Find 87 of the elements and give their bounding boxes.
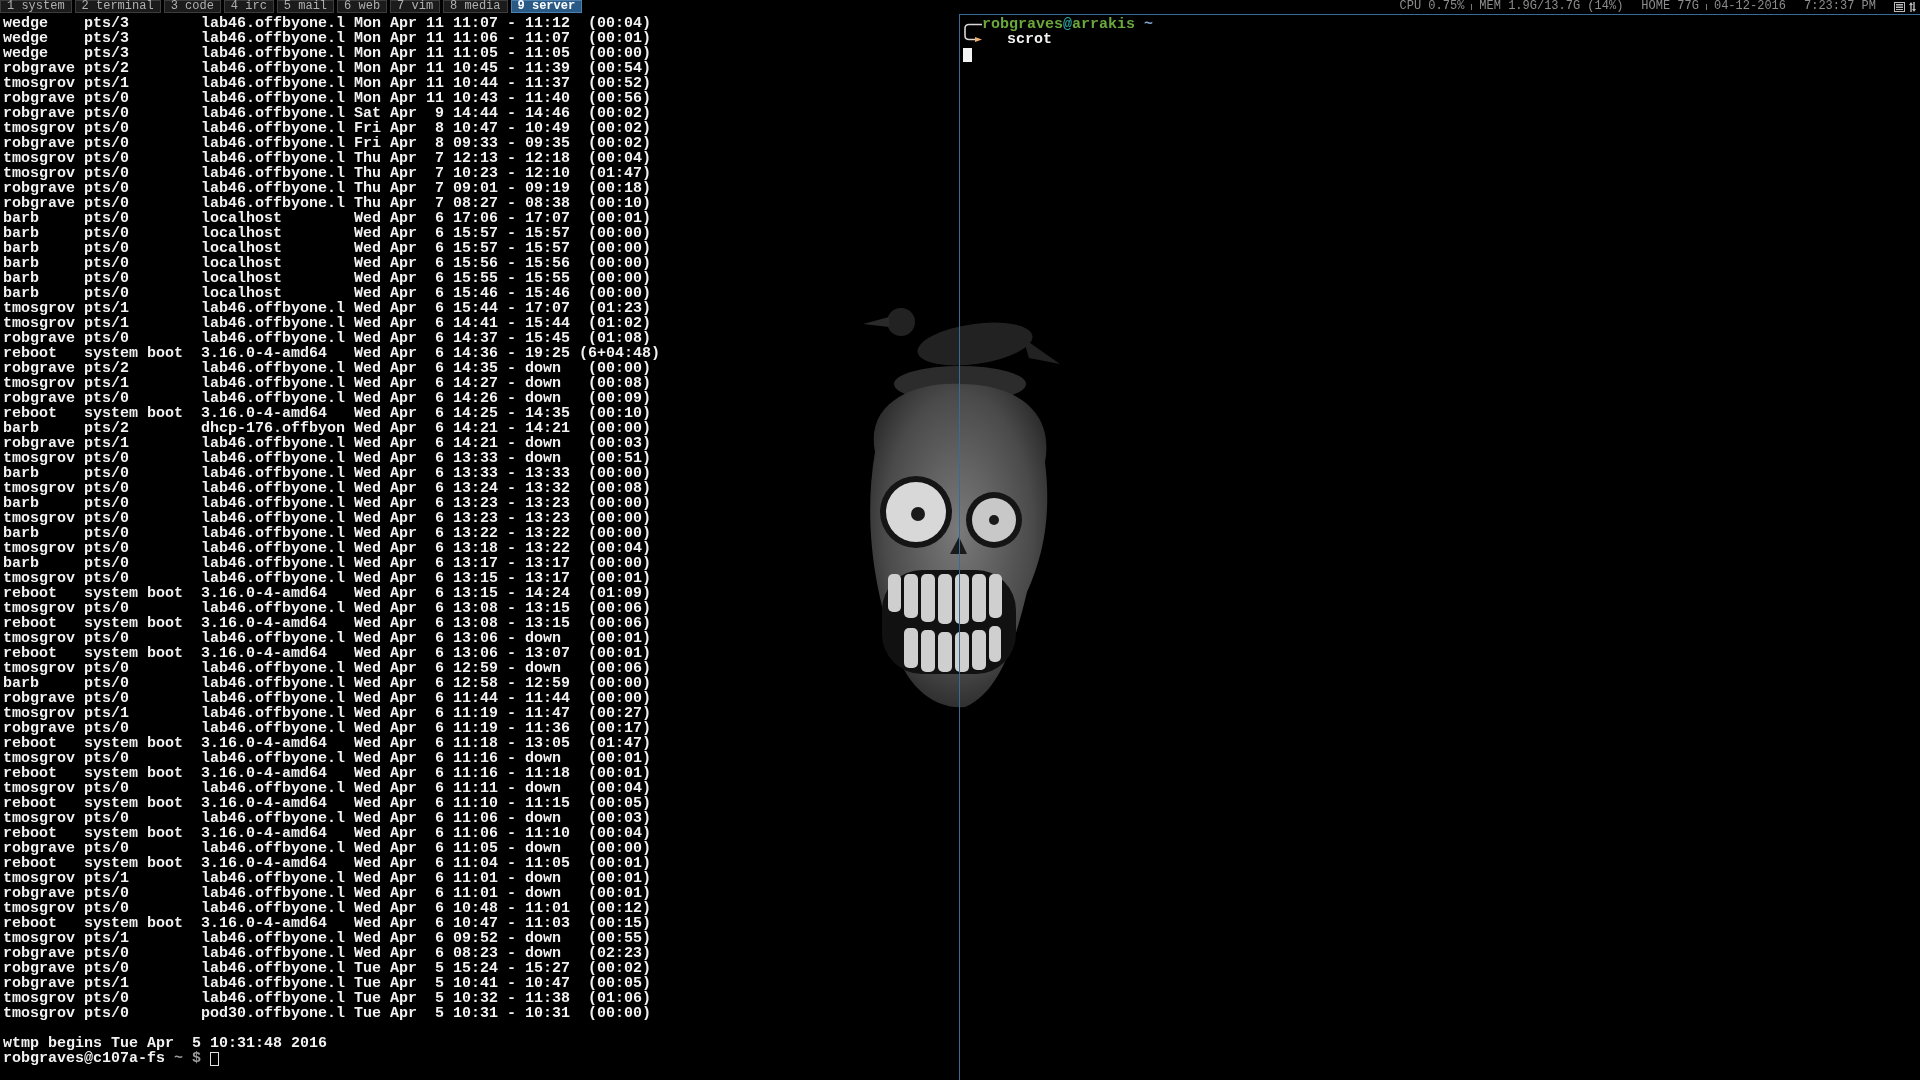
output-line: tmosgrov pts/0 lab46.offbyone.l Wed Apr 6 10:48 - 11:01 (00:12) bbox=[3, 901, 652, 916]
output-line: wedge pts/3 lab46.offbyone.l Mon Apr 11 11:05 - 11:05 (00:00) bbox=[3, 46, 652, 61]
output-line: reboot system boot 3.16.0-4-amd64 Wed Apr 6 14:25 - 14:35 (00:10) bbox=[3, 406, 652, 421]
output-line: tmosgrov pts/0 lab46.offbyone.l Thu Apr 7 12:13 - 12:18 (00:04) bbox=[3, 151, 652, 166]
status-text: 7:23:37 PM bbox=[1804, 0, 1876, 13]
output-line: robgrave pts/0 lab46.offbyone.l Wed Apr 6 11:44 - 11:44 (00:00) bbox=[3, 691, 652, 706]
workspace-tab[interactable]: 6 web bbox=[337, 0, 388, 13]
status-text: 04-12-2016 bbox=[1713, 0, 1786, 13]
output-line: barb pts/0 lab46.offbyone.l Wed Apr 6 13:17 - 13:17 (00:00) bbox=[3, 556, 652, 571]
output-line: robgrave pts/2 lab46.offbyone.l Wed Apr 6 14:35 - down (00:00) bbox=[3, 361, 652, 376]
output-line: robgrave pts/2 lab46.offbyone.l Mon Apr 11 10:45 - 11:39 (00:54) bbox=[3, 61, 652, 76]
output-line: barb pts/0 localhost Wed Apr 6 15:46 - 15:46 (00:00) bbox=[3, 286, 652, 301]
output-line: tmosgrov pts/0 lab46.offbyone.l Wed Apr 6 13:23 - 13:23 (00:00) bbox=[3, 511, 652, 526]
output-line: barb pts/0 localhost Wed Apr 6 15:55 - 15:55 (00:00) bbox=[3, 271, 652, 286]
output-line: barb pts/0 lab46.offbyone.l Wed Apr 6 13:33 - 13:33 (00:00) bbox=[3, 466, 652, 481]
up-down-arrows-icon[interactable] bbox=[1909, 1, 1916, 12]
workspace-tab[interactable]: 4 irc bbox=[223, 0, 274, 13]
output-line: tmosgrov pts/0 pod30.offbyone.l Tue Apr 5 10:31 - 10:31 (00:00) bbox=[3, 1006, 652, 1021]
output-line: robgrave pts/1 lab46.offbyone.l Wed Apr 6 14:21 - down (00:03) bbox=[3, 436, 652, 451]
output-line: tmosgrov pts/1 lab46.offbyone.l Wed Apr 6 11:19 - 11:47 (00:27) bbox=[3, 706, 652, 721]
output-line: robgrave pts/0 lab46.offbyone.l Tue Apr 5 15:24 - 15:27 (00:02) bbox=[3, 961, 652, 976]
output-line: reboot system boot 3.16.0-4-amd64 Wed Apr 6 13:06 - 13:07 (00:01) bbox=[3, 646, 652, 661]
output-line: tmosgrov pts/0 lab46.offbyone.l Wed Apr 6 13:08 - 13:15 (00:06) bbox=[3, 601, 652, 616]
output-line: reboot system boot 3.16.0-4-amd64 Wed Apr 6 11:10 - 11:15 (00:05) bbox=[3, 796, 652, 811]
workspace-tab[interactable]: 8 media bbox=[443, 0, 508, 13]
output-line: robgrave pts/0 lab46.offbyone.l Wed Apr 6 08:23 - down (02:23) bbox=[3, 946, 652, 961]
output-line: tmosgrov pts/0 lab46.offbyone.l Wed Apr 6 11:06 - down (00:03) bbox=[3, 811, 652, 826]
output-line: reboot system boot 3.16.0-4-amd64 Wed Apr 6 10:47 - 11:03 (00:15) bbox=[3, 916, 652, 931]
output-line: robgrave pts/0 lab46.offbyone.l Wed Apr 6 11:05 - down (00:00) bbox=[3, 841, 652, 856]
output-line: barb pts/0 localhost Wed Apr 6 15:57 - 15:57 (00:00) bbox=[3, 241, 652, 256]
status-text: CPU 0.75% bbox=[1399, 0, 1465, 13]
output-line: reboot system boot 3.16.0-4-amd64 Wed Apr 6 13:08 - 13:15 (00:06) bbox=[3, 616, 652, 631]
output-line: tmosgrov pts/0 lab46.offbyone.l Wed Apr 6 11:11 - down (00:04) bbox=[3, 781, 652, 796]
output-line: tmosgrov pts/0 lab46.offbyone.l Wed Apr 6 13:24 - 13:32 (00:08) bbox=[3, 481, 652, 496]
output-line: wedge pts/3 lab46.offbyone.l Mon Apr 11 11:06 - 11:07 (00:01) bbox=[3, 31, 652, 46]
output-line: robgrave pts/0 lab46.offbyone.l Wed Apr 6 11:01 - down (00:01) bbox=[3, 886, 652, 901]
workspace-tab[interactable]: 1 system bbox=[0, 0, 72, 13]
output-line: tmosgrov pts/0 lab46.offbyone.l Wed Apr 6 13:06 - down (00:01) bbox=[3, 631, 652, 646]
output-line: reboot system boot 3.16.0-4-amd64 Wed Apr 6 14:36 - 19:25 (6+04:48) bbox=[3, 346, 661, 361]
output-line: robgrave pts/0 lab46.offbyone.l Sat Apr 9 14:44 - 14:46 (00:02) bbox=[3, 106, 652, 121]
layout-icon[interactable] bbox=[1894, 1, 1905, 12]
output-line: tmosgrov pts/0 lab46.offbyone.l Wed Apr 6 12:59 - down (00:06) bbox=[3, 661, 652, 676]
output-line: barb pts/0 localhost Wed Apr 6 15:57 - 15:57 (00:00) bbox=[3, 226, 652, 241]
output-line: tmosgrov pts/0 lab46.offbyone.l Fri Apr 8 10:47 - 10:49 (00:02) bbox=[3, 121, 652, 136]
workspace-tab[interactable]: 3 code bbox=[163, 0, 221, 13]
output-line: tmosgrov pts/1 lab46.offbyone.l Wed Apr 6 11:01 - down (00:01) bbox=[3, 871, 652, 886]
output-line: robgrave pts/0 lab46.offbyone.l Wed Apr 6 11:19 - 11:36 (00:17) bbox=[3, 721, 652, 736]
output-line: reboot system boot 3.16.0-4-amd64 Wed Apr 6 11:18 - 13:05 (01:47) bbox=[3, 736, 652, 751]
output-line: wtmp begins Tue Apr 5 10:31:48 2016 bbox=[3, 1036, 328, 1051]
output-line: tmosgrov pts/0 lab46.offbyone.l Tue Apr 5 10:32 - 11:38 (01:06) bbox=[3, 991, 652, 1006]
output-line: barb pts/0 lab46.offbyone.l Wed Apr 6 13:22 - 13:22 (00:00) bbox=[3, 526, 652, 541]
status-text: MEM 1.9G/13.7G (14%) bbox=[1479, 0, 1624, 13]
workspace-tab[interactable]: 2 terminal bbox=[74, 0, 161, 13]
output-line: tmosgrov pts/1 lab46.offbyone.l Wed Apr 6 14:41 - 15:44 (01:02) bbox=[3, 316, 652, 331]
output-line: tmosgrov pts/0 lab46.offbyone.l Wed Apr 6 13:18 - 13:22 (00:04) bbox=[3, 541, 652, 556]
output-line: tmosgrov pts/1 lab46.offbyone.l Wed Apr 6 15:44 - 17:07 (01:23) bbox=[3, 301, 652, 316]
output-line: tmosgrov pts/0 lab46.offbyone.l Thu Apr 7 10:23 - 12:10 (01:47) bbox=[3, 166, 652, 181]
output-line: robgrave pts/0 lab46.offbyone.l Mon Apr 11 10:43 - 11:40 (00:56) bbox=[3, 91, 652, 106]
output-line: robgrave pts/0 lab46.offbyone.l Wed Apr 6 14:26 - down (00:09) bbox=[3, 391, 652, 406]
output-line: barb pts/0 localhost Wed Apr 6 17:06 - 17:07 (00:01) bbox=[3, 211, 652, 226]
output-line: reboot system boot 3.16.0-4-amd64 Wed Apr 6 11:06 - 11:10 (00:04) bbox=[3, 826, 652, 841]
output-line: tmosgrov pts/1 lab46.offbyone.l Wed Apr 6 09:52 - down (00:55) bbox=[3, 931, 652, 946]
workspace-tab[interactable]: 7 vim bbox=[390, 0, 441, 13]
output-line: reboot system boot 3.16.0-4-amd64 Wed Apr 6 11:16 - 11:18 (00:01) bbox=[3, 766, 652, 781]
workspace-tab[interactable]: 9 server bbox=[510, 0, 583, 13]
output-line: robgrave pts/0 lab46.offbyone.l Wed Apr 6 14:37 - 15:45 (01:08) bbox=[3, 331, 652, 346]
output-line: barb pts/0 lab46.offbyone.l Wed Apr 6 12:58 - 12:59 (00:00) bbox=[3, 676, 652, 691]
output-line: barb pts/2 dhcp-176.offbyon Wed Apr 6 14:21 - 14:21 (00:00) bbox=[3, 421, 652, 436]
workspace-tab[interactable]: 5 mail bbox=[276, 0, 335, 13]
command-text: scrot bbox=[1007, 32, 1052, 47]
output-line: reboot system boot 3.16.0-4-amd64 Wed Apr 6 13:15 - 14:24 (01:09) bbox=[3, 586, 652, 601]
output-line: barb pts/0 localhost Wed Apr 6 15:56 - 15:56 (00:00) bbox=[3, 256, 652, 271]
output-line: tmosgrov pts/0 lab46.offbyone.l Wed Apr 6 13:15 - 13:17 (00:01) bbox=[3, 571, 652, 586]
output-line: wedge pts/3 lab46.offbyone.l Mon Apr 11 11:07 - 11:12 (00:04) bbox=[3, 16, 652, 31]
output-line: robgrave pts/0 lab46.offbyone.l Fri Apr 8 09:33 - 09:35 (00:02) bbox=[3, 136, 652, 151]
output-line: robgrave pts/0 lab46.offbyone.l Thu Apr 7 08:27 - 08:38 (00:10) bbox=[3, 196, 652, 211]
output-line: robgrave pts/1 lab46.offbyone.l Tue Apr 5 10:41 - 10:47 (00:05) bbox=[3, 976, 652, 991]
output-line: barb pts/0 lab46.offbyone.l Wed Apr 6 13:23 - 13:23 (00:00) bbox=[3, 496, 652, 511]
status-text: HOME 77G bbox=[1641, 0, 1699, 13]
output-line: tmosgrov pts/1 lab46.offbyone.l Wed Apr 6 14:27 - down (00:08) bbox=[3, 376, 652, 391]
shell-prompt: robgraves@c107a-fs ~ $ bbox=[3, 1051, 202, 1066]
output-line: robgrave pts/0 lab46.offbyone.l Thu Apr 7 09:01 - 09:19 (00:18) bbox=[3, 181, 652, 196]
output-line: tmosgrov pts/0 lab46.offbyone.l Wed Apr 6 13:33 - down (00:51) bbox=[3, 451, 652, 466]
output-line: tmosgrov pts/0 lab46.offbyone.l Wed Apr 6 11:16 - down (00:01) bbox=[3, 751, 652, 766]
output-line: tmosgrov pts/1 lab46.offbyone.l Mon Apr 11 10:44 - 11:37 (00:52) bbox=[3, 76, 652, 91]
output-line: reboot system boot 3.16.0-4-amd64 Wed Apr 6 11:04 - 11:05 (00:01) bbox=[3, 856, 652, 871]
shell-prompt: robgraves@arrakis ~ bbox=[982, 17, 1154, 32]
